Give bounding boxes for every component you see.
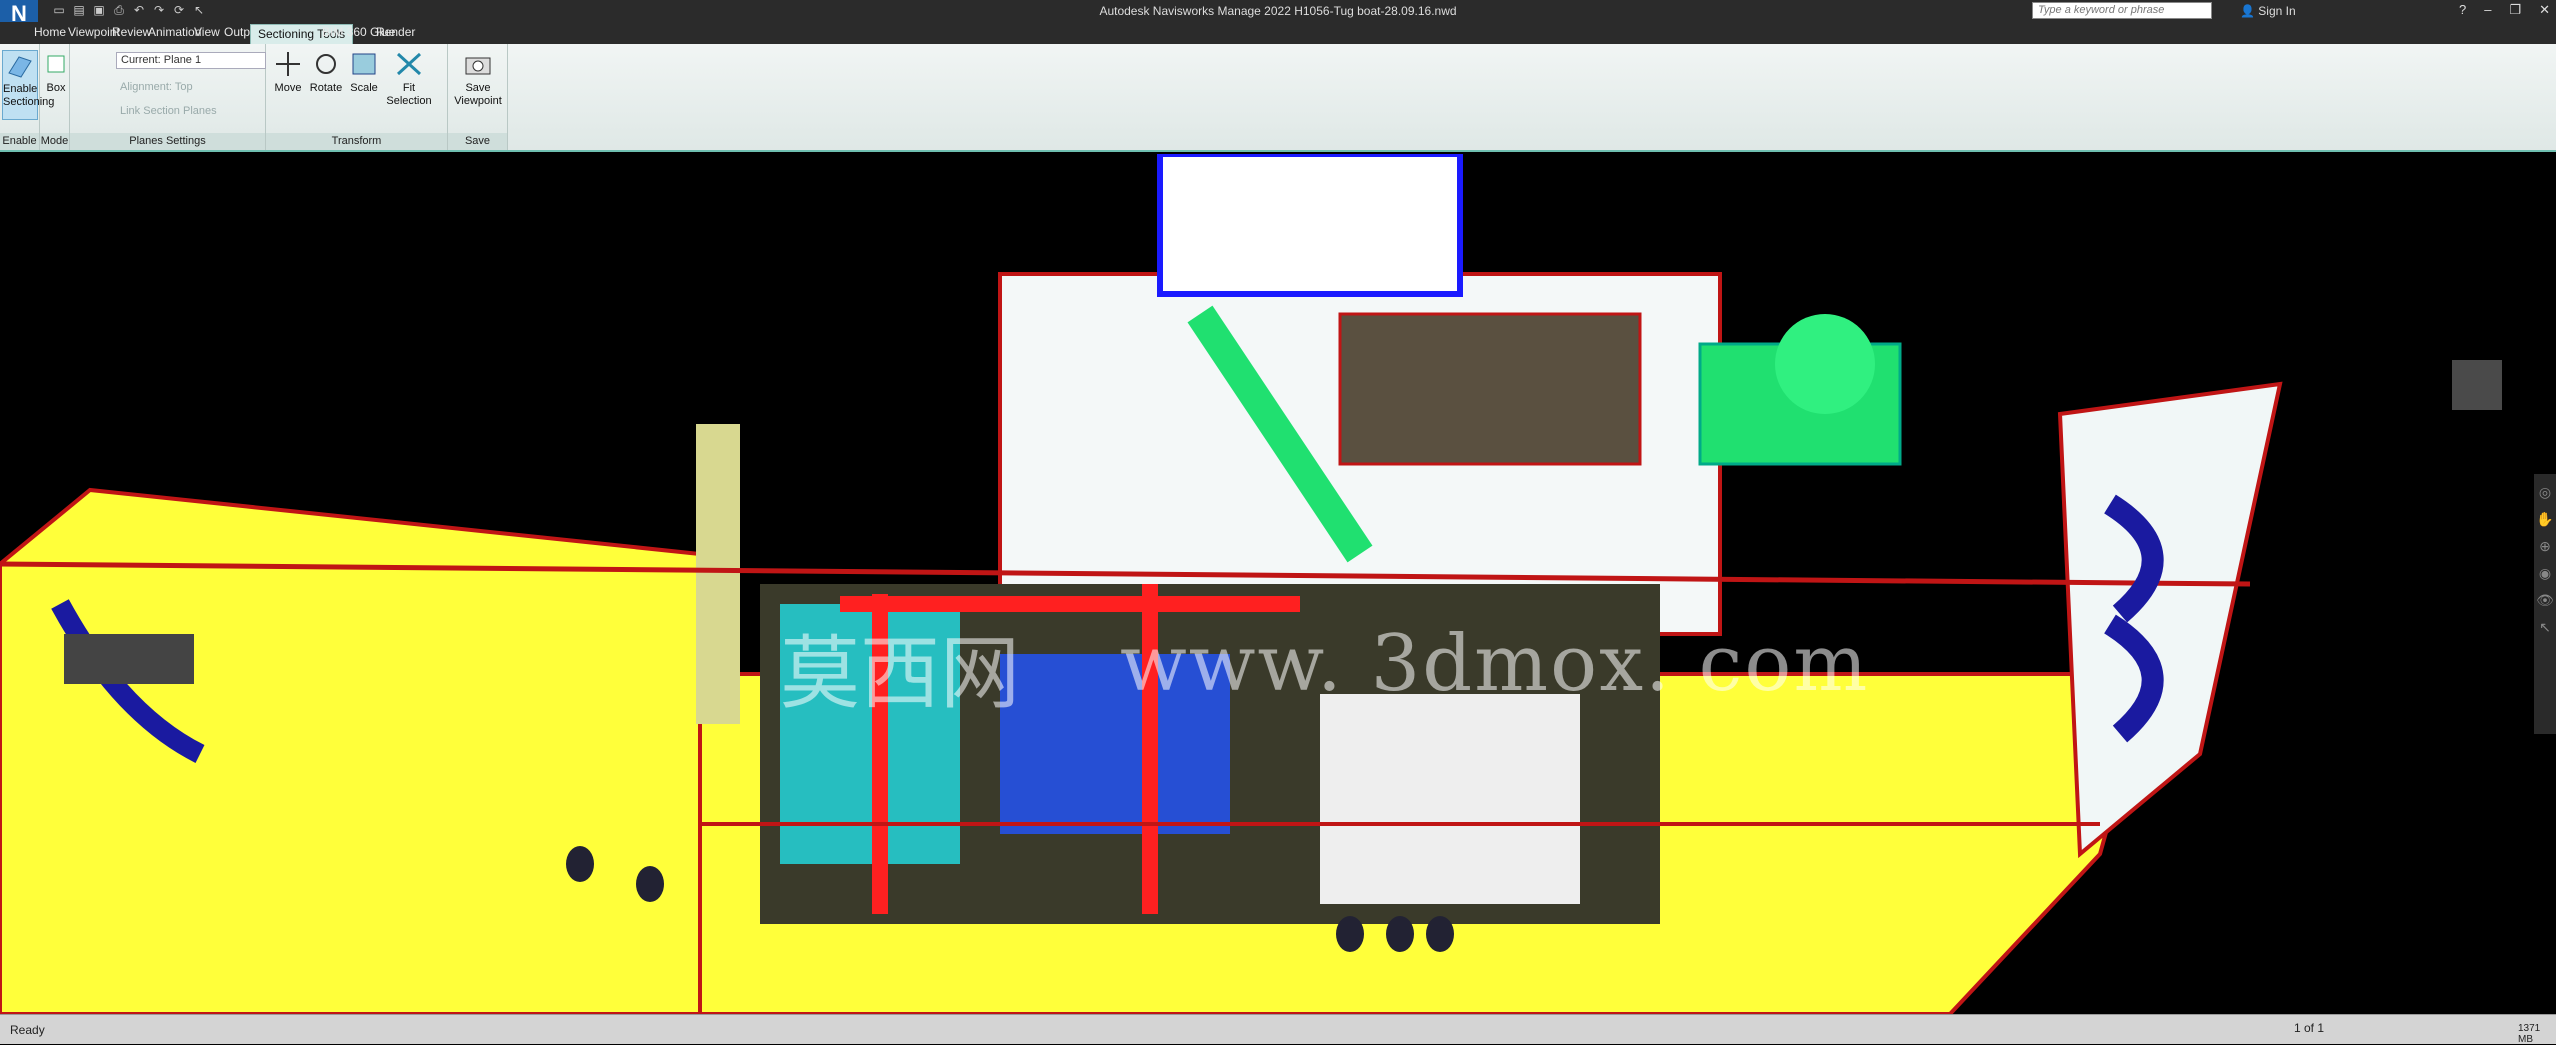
- restore-icon[interactable]: ❐: [2509, 2, 2521, 18]
- save-viewpoint-button[interactable]: Save Viewpoint: [454, 50, 502, 108]
- sign-in-label: Sign In: [2258, 4, 2296, 18]
- watermark-url: www. 3dmox. com: [1120, 619, 1870, 709]
- scale-icon: [352, 53, 376, 75]
- ribbon: Enable Sectioning Enable Box Mode Curren…: [0, 44, 2556, 152]
- tab-home[interactable]: Home: [34, 25, 66, 39]
- status-bar: Ready 1 of 1 1371 MB: [0, 1014, 2556, 1045]
- move-button[interactable]: Move: [270, 50, 306, 95]
- box-mode-button[interactable]: Box: [42, 50, 70, 95]
- status-text: Ready: [10, 1023, 45, 1037]
- panel-label-planes-settings: Planes Settings: [70, 133, 265, 150]
- look-icon[interactable]: 👁: [2534, 592, 2556, 609]
- scale-button[interactable]: Scale: [346, 50, 382, 95]
- move-icon: [276, 52, 300, 76]
- sign-in-link[interactable]: 👤 Sign In: [2240, 4, 2296, 18]
- navigation-bar: ◎ ✋ ⊕ ◉ 👁 ↖: [2534, 474, 2556, 734]
- rotate-label: Rotate: [309, 82, 343, 94]
- save-viewpoint-label: Save Viewpoint: [454, 82, 502, 107]
- help-icon[interactable]: ?: [2459, 2, 2466, 18]
- panel-label-enable: Enable: [0, 133, 39, 150]
- panel-label-transform: Transform: [266, 133, 447, 150]
- box-label: Box: [46, 82, 66, 94]
- title-bar: N ▭ ▤ ▣ ⎙ ↶ ↷ ⟳ ↖ Autodesk Navisworks Ma…: [0, 0, 2556, 30]
- link-section-planes[interactable]: Link Section Planes: [120, 105, 217, 117]
- 3d-viewport[interactable]: 莫西网 www. 3dmox. com ◎ ✋ ⊕ ◉ 👁 ↖: [0, 154, 2556, 1014]
- page-indicator: 1 of 1: [2294, 1021, 2325, 1035]
- scale-label: Scale: [350, 82, 378, 94]
- move-label: Move: [274, 82, 302, 94]
- panel-label-save: Save: [448, 133, 507, 150]
- rotate-icon: [316, 54, 336, 74]
- search-input[interactable]: Type a keyword or phrase: [2032, 2, 2212, 19]
- fit-selection-label: Fit Selection: [386, 82, 432, 107]
- sectioning-icon: [8, 56, 32, 78]
- panel-transform: Move Rotate Scale Fit Selection Transfor…: [266, 44, 448, 150]
- window-controls: ? – ❐ ✕: [2459, 2, 2550, 18]
- tab-review[interactable]: Review: [112, 25, 151, 39]
- tab-view[interactable]: View: [194, 25, 220, 39]
- enable-sectioning-button[interactable]: Enable Sectioning: [2, 50, 54, 120]
- memory-usage: 1371 MB: [2518, 1023, 2541, 1045]
- camera-icon: [465, 57, 491, 75]
- zoom-icon[interactable]: ⊕: [2534, 538, 2556, 555]
- viewcube[interactable]: [2452, 360, 2502, 410]
- ship-model-render: [0, 154, 2283, 1014]
- user-icon: 👤: [2240, 4, 2255, 18]
- tab-render[interactable]: Render: [376, 25, 415, 39]
- close-icon[interactable]: ✕: [2539, 2, 2550, 18]
- select-tool-icon[interactable]: ↖: [2534, 619, 2556, 636]
- ribbon-tab-bar: Home Viewpoint Review Animation View Out…: [0, 22, 2556, 44]
- panel-planes-settings: Current: Plane 1 Alignment: Top Link Sec…: [70, 44, 266, 150]
- panel-enable: Enable Sectioning Enable: [0, 44, 54, 150]
- rotate-button[interactable]: Rotate: [308, 50, 344, 95]
- current-plane-dropdown[interactable]: Current: Plane 1: [116, 52, 266, 69]
- minimize-icon[interactable]: –: [2484, 2, 2491, 18]
- panel-label-mode: Mode: [40, 133, 69, 150]
- alignment-dropdown[interactable]: Alignment: Top: [120, 81, 193, 93]
- watermark-cn: 莫西网: [780, 629, 1020, 718]
- pan-icon[interactable]: ✋: [2534, 511, 2556, 528]
- fit-selection-icon: [396, 52, 422, 76]
- panel-save: Save Viewpoint Save: [448, 44, 508, 150]
- fit-selection-button[interactable]: Fit Selection: [384, 50, 434, 108]
- panel-mode: Box Mode: [40, 44, 70, 150]
- steering-wheel-icon[interactable]: ◎: [2534, 484, 2556, 501]
- box-icon: [47, 55, 65, 73]
- orbit-icon[interactable]: ◉: [2534, 565, 2556, 582]
